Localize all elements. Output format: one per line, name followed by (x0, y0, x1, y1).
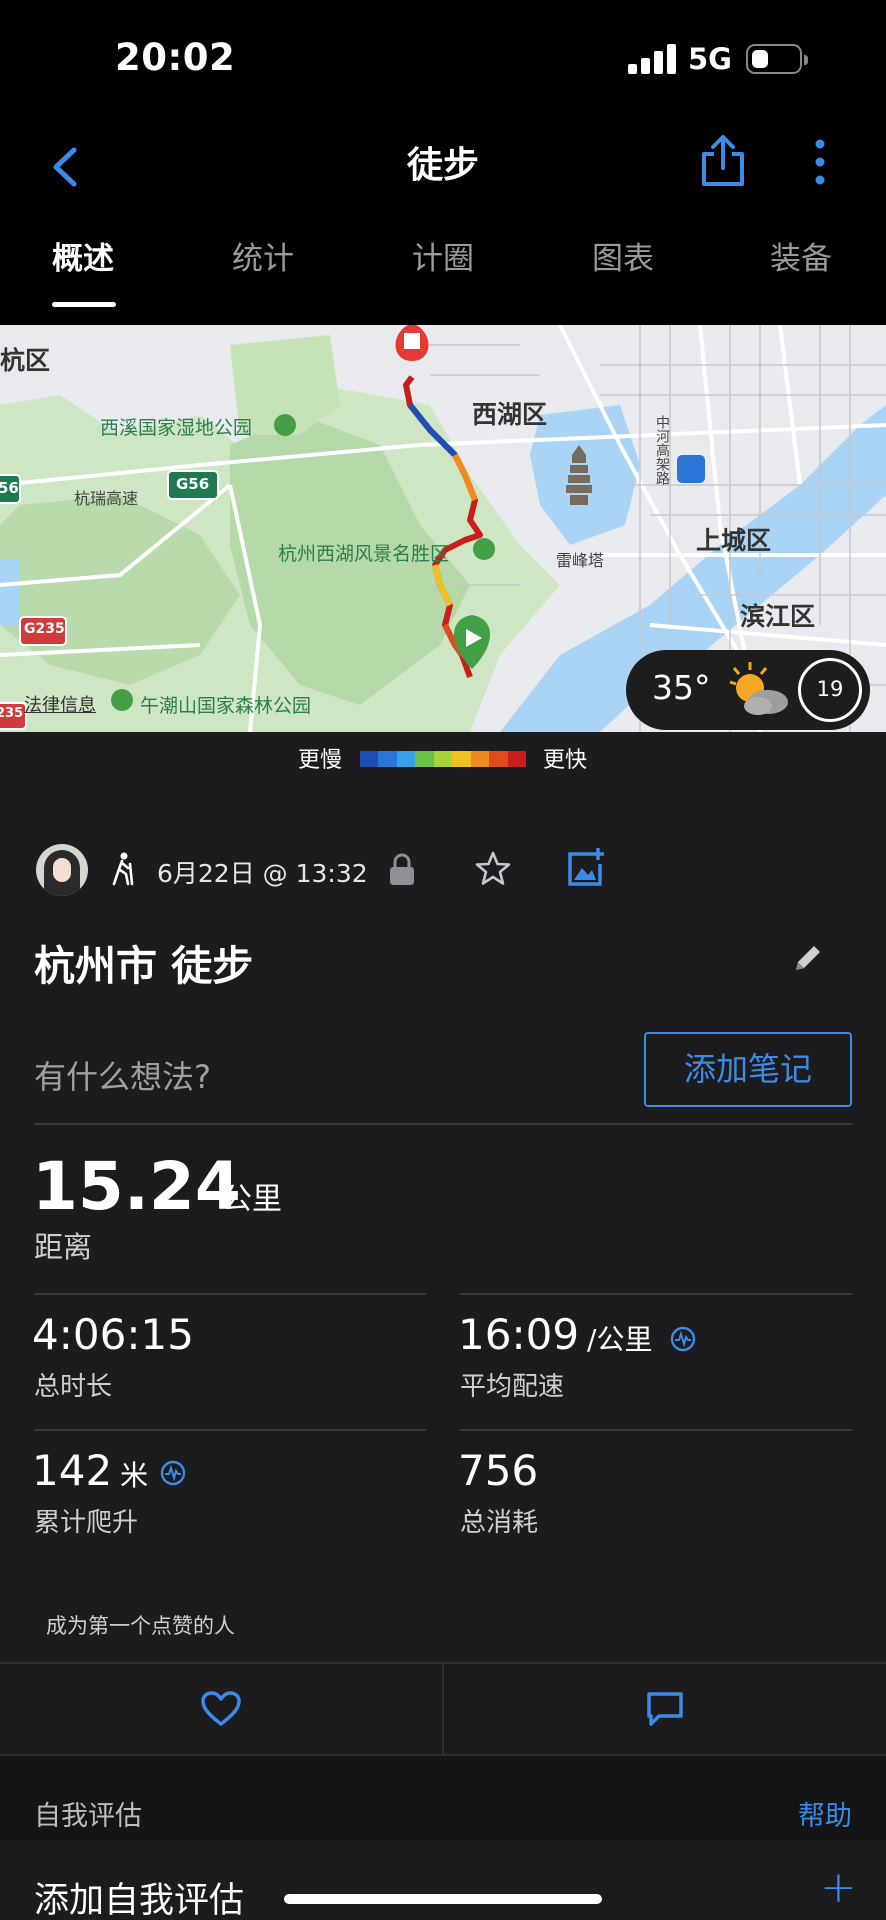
map-label: 杭州西湖风景名胜区 (278, 543, 450, 565)
share-icon[interactable] (700, 132, 746, 188)
map-label: 上城区 (696, 526, 772, 555)
divider (34, 1123, 852, 1125)
map-label: 西溪国家湿地公园 (100, 417, 253, 439)
page-title: 徒步 (406, 145, 479, 186)
divider (34, 1429, 426, 1431)
map-label: 杭区 (0, 346, 51, 375)
legal-link[interactable]: 法律信息 (24, 691, 96, 717)
legend-fast-label: 更快 (543, 748, 588, 773)
comment-icon[interactable] (645, 1690, 685, 1728)
network-type: 5G (688, 42, 732, 76)
highway-shield: G56 (176, 475, 210, 493)
highway-shield: G235 (24, 621, 65, 637)
help-link[interactable]: 帮助 (798, 1794, 852, 1833)
add-photo-icon[interactable] (566, 848, 606, 888)
pace-legend: 更慢 更快 (0, 732, 886, 782)
self-eval-title: 自我评估 (34, 1801, 142, 1832)
avatar[interactable] (36, 844, 88, 896)
pace-unit: /公里 (587, 1323, 653, 1356)
add-self-eval-label[interactable]: 添加自我评估 (34, 1872, 244, 1920)
partly-cloudy-icon (729, 662, 788, 715)
pace-value-row: 16:09/公里 (458, 1310, 652, 1359)
ascent-label: 累计爬升 (34, 1508, 139, 1538)
ascent-value: 142 (32, 1446, 113, 1495)
ascent-value-row: 142 米 (32, 1446, 148, 1495)
map-label: 杭瑞高速 (74, 489, 139, 508)
tab-laps[interactable]: 计圈 (412, 233, 474, 278)
calories-value: 756 (458, 1446, 539, 1495)
map-label: 滨江区 (740, 602, 816, 631)
weather-badge: 35° 19 (626, 650, 870, 730)
ascent-unit: 米 (120, 1459, 149, 1492)
add-note-button[interactable]: 添加笔记 (644, 1032, 852, 1107)
tab-gear[interactable]: 装备 (770, 233, 832, 278)
weather-temperature: 35° (652, 668, 711, 707)
home-indicator (284, 1894, 602, 1904)
star-icon[interactable] (474, 850, 512, 888)
battery-icon (746, 44, 808, 74)
tab-active-indicator (52, 302, 116, 307)
heart-rate-icon[interactable] (670, 1326, 696, 1352)
activity-title: 杭州市 徒步 (34, 942, 254, 990)
pace-label: 平均配速 (460, 1372, 565, 1402)
lock-icon[interactable] (388, 852, 416, 886)
distance-unit: 公里 (222, 1182, 282, 1217)
highway-shield: 56 (0, 479, 19, 497)
highway-shield: 235 (0, 706, 24, 721)
hiking-icon (112, 852, 134, 886)
distance-label: 距离 (34, 1230, 93, 1264)
map-label: 西湖区 (472, 400, 548, 429)
plus-icon[interactable]: + (820, 1862, 857, 1913)
calories-label: 总消耗 (460, 1508, 539, 1538)
status-time: 20:02 (115, 36, 236, 79)
duration-value: 4:06:15 (32, 1310, 194, 1359)
tab-charts[interactable]: 图表 (592, 233, 654, 278)
elevation-chart-icon[interactable] (160, 1460, 186, 1486)
wind-speed: 19 (816, 677, 844, 701)
edit-icon[interactable] (792, 942, 824, 974)
tab-overview[interactable]: 概述 (52, 233, 114, 278)
duration-label: 总时长 (34, 1372, 113, 1402)
like-icon[interactable] (200, 1690, 242, 1728)
pace-gradient-bar (360, 751, 526, 767)
map-label: 午潮山国家森林公园 (140, 695, 312, 717)
wind-icon: 19 (798, 658, 862, 722)
note-prompt[interactable]: 有什么想法? (34, 1052, 211, 1098)
likes-text: 成为第一个点赞的人 (46, 1614, 235, 1638)
social-actions (0, 1662, 886, 1756)
divider (34, 1293, 426, 1295)
top-nav: 徒步 (0, 120, 886, 215)
divider (460, 1429, 852, 1431)
distance-value: 15.24 (32, 1148, 241, 1225)
legend-slow-label: 更慢 (298, 748, 343, 773)
map-label: 中河高架路 (654, 415, 670, 485)
pace-value: 16:09 (458, 1310, 580, 1359)
tab-bar: 概述 统计 计圈 图表 装备 (0, 215, 886, 310)
tab-stats[interactable]: 统计 (232, 233, 294, 278)
divider (442, 1664, 444, 1756)
divider (460, 1293, 852, 1295)
activity-date: 6月22日 @ 13:32 (157, 859, 368, 888)
status-bar: 20:02 5G (0, 0, 886, 120)
activity-details: 6月22日 @ 13:32 杭州市 徒步 有什么想法? 添加笔记 15.24 公… (0, 782, 886, 1920)
more-icon[interactable] (808, 136, 832, 188)
map-label: 雷峰塔 (556, 551, 605, 570)
signal-icon (628, 44, 676, 74)
